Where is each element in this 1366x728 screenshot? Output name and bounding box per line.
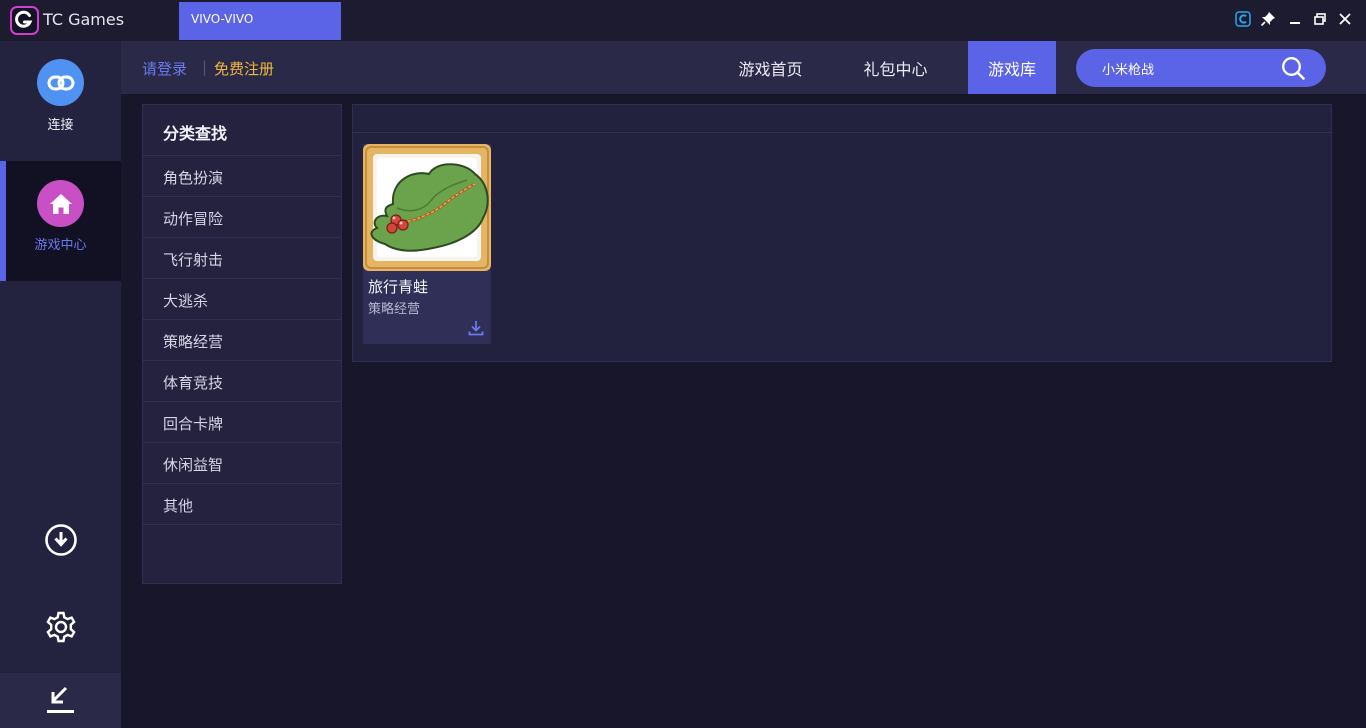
app-title: TC Games <box>43 10 125 29</box>
device-tab[interactable]: VIVO-VIVO <box>179 2 341 40</box>
category-panel: 分类查找 角色扮演 动作冒险 飞行射击 大逃杀 策略经营 体育竞技 回合卡牌 休… <box>142 104 342 584</box>
category-item[interactable]: 其他 <box>143 484 341 525</box>
category-item[interactable]: 体育竞技 <box>143 361 341 402</box>
pin-icon[interactable] <box>1259 10 1277 28</box>
category-item[interactable]: 回合卡牌 <box>143 402 341 443</box>
download-icon[interactable] <box>467 319 485 337</box>
tab-game-home[interactable]: 游戏首页 <box>718 41 823 94</box>
search-icon[interactable] <box>1281 56 1305 80</box>
shrink-icon <box>47 686 74 713</box>
collapse-button[interactable] <box>0 673 121 728</box>
home-icon <box>37 180 84 227</box>
gear-icon <box>46 611 76 643</box>
download-icon <box>45 524 77 556</box>
close-icon[interactable] <box>1336 10 1354 28</box>
link-icon <box>37 59 84 106</box>
tc-games-logo-icon <box>10 6 39 35</box>
app-window: TC Games VIVO-VIVO 连接 游戏中心 请登录 | 免费注册 游戏… <box>0 0 1366 728</box>
search-input[interactable] <box>1102 49 1272 87</box>
settings-button[interactable] <box>0 609 121 645</box>
frog-hat-icon <box>363 144 491 271</box>
game-category: 策略经营 <box>368 302 421 317</box>
search-box <box>1076 49 1326 87</box>
register-link[interactable]: 免费注册 <box>214 58 274 79</box>
sidebar-item-connect[interactable]: 连接 <box>0 41 121 161</box>
sidebar-item-game-center[interactable]: 游戏中心 <box>0 161 121 281</box>
login-link[interactable]: 请登录 <box>142 58 187 79</box>
auth-separator: | <box>202 58 208 76</box>
download-manager-button[interactable] <box>0 522 121 558</box>
game-list-panel: 旅行青蛙 策略经营 <box>352 104 1332 362</box>
title-bar: TC Games VIVO-VIVO <box>0 0 1366 41</box>
tab-gift-center[interactable]: 礼包中心 <box>843 41 948 94</box>
category-item[interactable]: 动作冒险 <box>143 197 341 238</box>
game-card[interactable]: 旅行青蛙 策略经营 <box>363 144 491 344</box>
tab-game-library[interactable]: 游戏库 <box>968 41 1056 94</box>
left-sidebar: 连接 游戏中心 <box>0 41 121 728</box>
top-nav: 请登录 | 免费注册 游戏首页 礼包中心 游戏库 <box>121 41 1366 94</box>
sidebar-item-label: 游戏中心 <box>34 238 87 253</box>
game-list-header <box>353 105 1331 133</box>
category-item[interactable]: 策略经营 <box>143 320 341 361</box>
category-item[interactable]: 角色扮演 <box>143 156 341 197</box>
minimize-icon[interactable] <box>1286 10 1304 28</box>
category-item[interactable]: 休闲益智 <box>143 443 341 484</box>
category-title: 分类查找 <box>143 105 341 156</box>
game-name: 旅行青蛙 <box>368 278 429 296</box>
restore-icon[interactable] <box>1311 10 1329 28</box>
category-item[interactable]: 飞行射击 <box>143 238 341 279</box>
sidebar-item-label: 连接 <box>47 118 74 133</box>
category-item[interactable]: 大逃杀 <box>143 279 341 320</box>
c-app-icon[interactable] <box>1234 10 1252 28</box>
